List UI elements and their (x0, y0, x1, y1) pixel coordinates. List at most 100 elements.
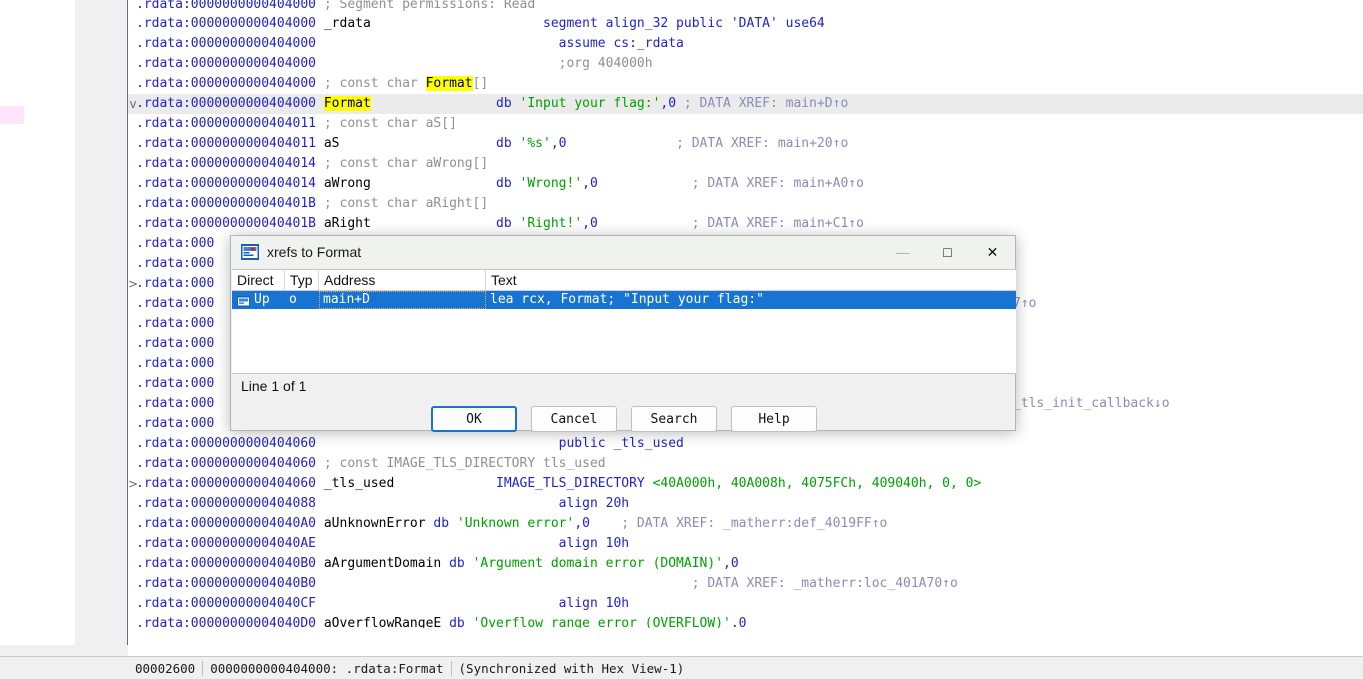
column-header-type[interactable]: Typ (285, 270, 319, 290)
disassembly-line[interactable]: .rdata:00000000004040B0 aArgumentDomain … (128, 554, 1363, 574)
disassembly-line[interactable]: .rdata:0000000000404011 ; const char aS[… (128, 114, 1363, 134)
column-header-text[interactable]: Text (486, 270, 1016, 290)
help-button[interactable]: Help (731, 406, 817, 432)
token-kw: align 20h (558, 496, 630, 511)
line-address: .rdata:000 (136, 336, 215, 351)
disassembly-line[interactable]: .rdata:0000000000404000 ; Segment permis… (128, 0, 1363, 14)
dialog-window-controls: — □ ✕ (880, 236, 1015, 268)
disassembly-line[interactable]: .rdata:00000000004040D0 aOverflowRangeE … (128, 614, 1363, 628)
token-name: aRight (323, 216, 371, 231)
token-str: <40A000h, 40A008h, 4075FCh, 409040h, 0, … (652, 476, 982, 491)
xrefs-list[interactable]: Direct Typ Address Text Up o main+D lea … (232, 269, 1016, 374)
row-direction-cell: Up (232, 291, 285, 309)
xrefs-dialog[interactable]: xrefs to Format — □ ✕ Direct Typ Address… (230, 235, 1017, 432)
line-address: .rdata:0000000000404000 (136, 76, 317, 91)
disassembly-line[interactable]: .rdata:0000000000404000 ;org 404000h (128, 54, 1363, 74)
line-address: .rdata:0000000000404060 (136, 456, 317, 471)
token-str: 'Input your flag:' (519, 96, 661, 111)
line-address: .rdata:0000000000404011 (136, 136, 317, 151)
disassembly-line[interactable]: .rdata:00000000004040AE align 10h (128, 534, 1363, 554)
expand-arrow-icon[interactable]: > (128, 474, 140, 494)
token-cmt: ; DATA XREF: _matherr:loc_401A70↑o (691, 576, 958, 591)
navigator-marker[interactable] (0, 106, 24, 124)
expand-arrow-icon[interactable]: > (128, 274, 140, 294)
search-button[interactable]: Search (631, 406, 717, 432)
token-gcmt: ; Segment permissions: Read (323, 0, 536, 12)
token-name: _rdata (323, 16, 371, 31)
disassembly-line[interactable]: .rdata:0000000000404000 _rdata segment a… (128, 14, 1363, 34)
token-kw: segment align_32 public 'DATA' use64 (543, 16, 825, 31)
maximize-icon[interactable]: □ (925, 236, 970, 268)
dialog-titlebar[interactable]: xrefs to Format — □ ✕ (231, 236, 1015, 268)
token-num: ,0 (574, 516, 590, 531)
token-cmt: ; DATA XREF: main+20↑o (676, 136, 849, 151)
line-address: .rdata:0000000000404000 (136, 16, 317, 31)
xref-row-icon (237, 295, 250, 307)
token-num: ,0 (582, 216, 598, 231)
token-name: aS (323, 136, 340, 151)
line-address: .rdata:000 (136, 236, 215, 251)
token-str: 'Right!' (519, 216, 583, 231)
line-address: .rdata:00000000004040D0 (136, 616, 317, 628)
line-address: .rdata:0000000000404011 (136, 116, 317, 131)
status-offset: 00002600 (128, 660, 204, 676)
table-row[interactable]: Up o main+D lea rcx, Format; "Input your… (232, 291, 1016, 309)
line-address: .rdata:000 (136, 356, 215, 371)
ok-button[interactable]: OK (431, 406, 517, 432)
line-address: .rdata:0000000000404014 (136, 176, 317, 191)
collapse-arrow-icon[interactable]: v (128, 94, 140, 114)
token-kw: db (496, 176, 520, 191)
disassembly-line[interactable]: v .rdata:0000000000404000 Format db 'Inpu… (128, 94, 1363, 114)
token-gcmt: ; const IMAGE_TLS_DIRECTORY tls_used (323, 456, 606, 471)
status-address: 0000000000404000: .rdata:Format (203, 660, 452, 676)
cancel-button[interactable]: Cancel (531, 406, 617, 432)
line-address: .rdata:000000000040401B (136, 216, 317, 231)
xrefs-list-header: Direct Typ Address Text (232, 270, 1016, 291)
left-panel-footer (0, 645, 128, 656)
token-cmt: ; DATA XREF: main+A0↑o (691, 176, 864, 191)
line-address: .rdata:00000000004040B0 (136, 576, 317, 591)
disassembly-line[interactable]: .rdata:0000000000404088 align 20h (128, 494, 1363, 514)
token-name: aArgumentDomain (323, 556, 442, 571)
close-icon[interactable]: ✕ (970, 236, 1015, 268)
left-panel-edge (72, 0, 75, 656)
line-address: .rdata:0000000000404000 (136, 56, 317, 71)
token-kw: db (433, 516, 457, 531)
line-address: .rdata:0000000000404060 (136, 476, 317, 491)
disassembly-line[interactable]: .rdata:000000000040401B aRight db 'Right… (128, 214, 1363, 234)
disassembly-line[interactable]: .rdata:000000000040401B ; const char aRi… (128, 194, 1363, 214)
disassembly-line[interactable]: .rdata:0000000000404000 ; const char For… (128, 74, 1363, 94)
disassembly-line[interactable]: > .rdata:0000000000404060 _tls_used IMAGE… (128, 474, 1363, 494)
disassembly-line[interactable]: .rdata:0000000000404000 assume cs:_rdata (128, 34, 1363, 54)
row-direction-label: Up (254, 292, 270, 307)
line-address: .rdata:00000000004040A0 (136, 516, 317, 531)
disassembly-line[interactable]: .rdata:0000000000404060 ; const IMAGE_TL… (128, 454, 1363, 474)
disassembly-line[interactable]: .rdata:00000000004040CF align 10h (128, 594, 1363, 614)
column-header-direct[interactable]: Direct (232, 270, 285, 290)
line-address: .rdata:000000000040401B (136, 196, 317, 211)
ida-window: .rdata:0000000000404000 ; Segment permis… (0, 0, 1363, 679)
token-kw: db (496, 136, 520, 151)
line-address: .rdata:000 (136, 396, 215, 411)
disassembly-line[interactable]: .rdata:00000000004040B0 ; DATA XREF: _ma… (128, 574, 1363, 594)
line-address: .rdata:000 (136, 256, 215, 271)
token-num: .0 (730, 616, 747, 628)
minimize-icon[interactable]: — (880, 236, 925, 268)
token-cmt: ; DATA XREF: _matherr:def_4019FF↑o (621, 516, 888, 531)
token-gcmt: ;org 404000h (558, 56, 653, 71)
token-kw: public _tls_used (558, 436, 684, 451)
line-address: .rdata:0000000000404060 (136, 436, 317, 451)
disassembly-line[interactable]: .rdata:00000000004040A0 aUnknownError db… (128, 514, 1363, 534)
token-num: ,0 (550, 136, 567, 151)
column-header-address[interactable]: Address (319, 270, 486, 290)
disassembly-line[interactable]: .rdata:0000000000404011 aS db '%s',0 ; D… (128, 134, 1363, 154)
line-address: .rdata:000 (136, 316, 215, 331)
dialog-button-bar: OK Cancel Search Help (231, 406, 1017, 432)
token-str: 'Unknown error' (456, 516, 575, 531)
token-gcmt: ; const char aS[] (323, 116, 457, 131)
token-gcmt: ; const char aRight[] (323, 196, 489, 211)
disassembly-line[interactable]: .rdata:0000000000404060 public _tls_used (128, 434, 1363, 454)
disassembly-line[interactable]: .rdata:0000000000404014 aWrong db 'Wrong… (128, 174, 1363, 194)
disassembly-line[interactable]: .rdata:0000000000404014 ; const char aWr… (128, 154, 1363, 174)
line-address: .rdata:0000000000404088 (136, 496, 317, 511)
